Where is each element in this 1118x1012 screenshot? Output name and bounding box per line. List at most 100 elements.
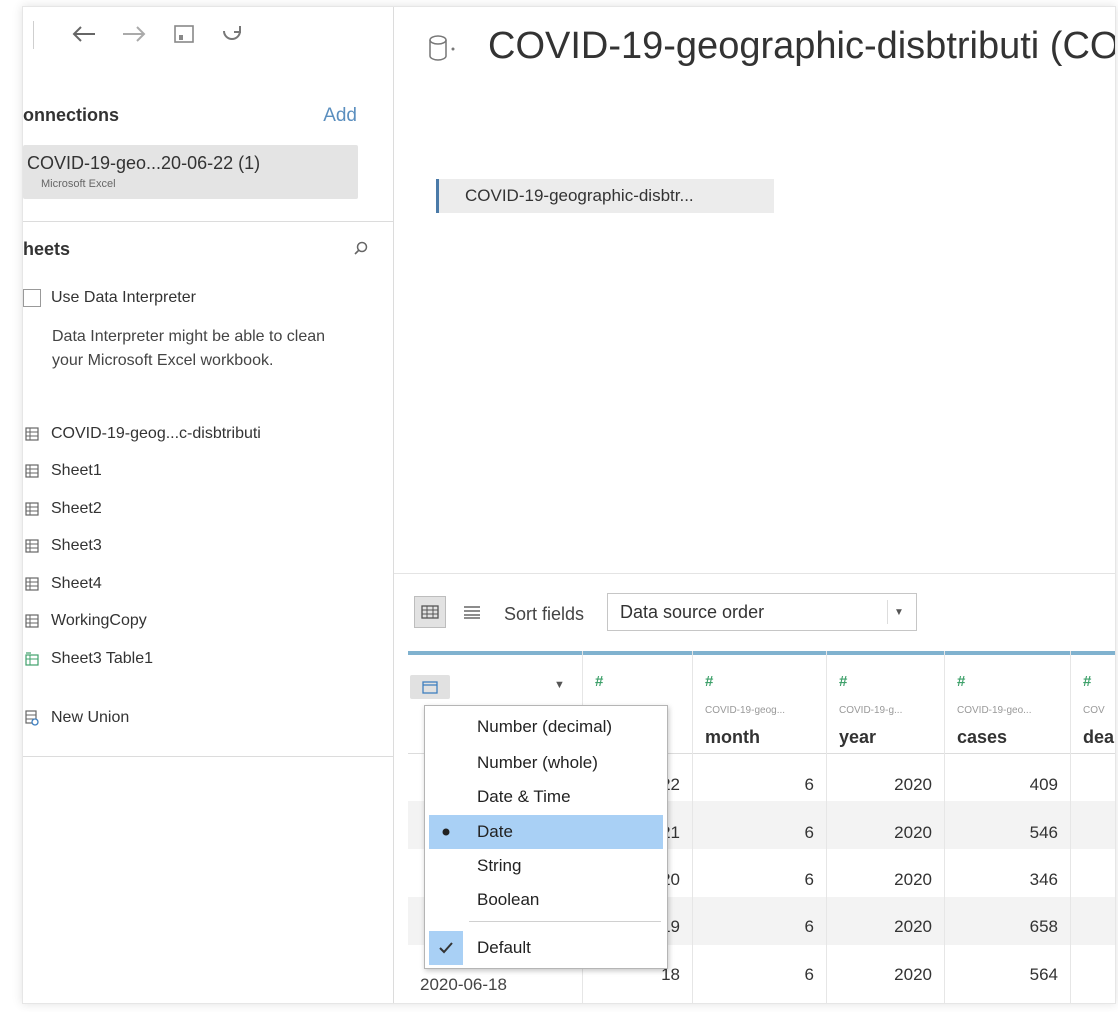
- search-icon[interactable]: [353, 241, 369, 262]
- new-union-item[interactable]: New Union: [23, 705, 129, 731]
- table-cell: 2020: [894, 917, 932, 936]
- toolbar: [23, 7, 393, 67]
- table-cell: 6: [804, 823, 814, 842]
- column-name[interactable]: year: [839, 727, 876, 748]
- table-cell: 346: [1029, 870, 1058, 889]
- named-range-icon: [23, 650, 41, 668]
- connection-item[interactable]: COVID-19-geo...20-06-22 (1) Microsoft Ex…: [23, 145, 358, 199]
- refresh-icon[interactable]: [217, 19, 247, 49]
- menu-item-label: Boolean: [477, 890, 540, 909]
- connection-name: COVID-19-geo...20-06-22 (1): [27, 153, 261, 173]
- sheet-item[interactable]: COVID-19-geog...c-disbtributi: [23, 421, 261, 447]
- menu-item-label: Date: [477, 822, 513, 841]
- sheet-item-label: Sheet2: [51, 500, 102, 517]
- menu-item-default[interactable]: Default: [429, 931, 663, 965]
- chevron-down-icon[interactable]: ▼: [554, 679, 565, 691]
- data-interpreter-row[interactable]: Use Data Interpreter: [23, 286, 196, 310]
- sheet-item[interactable]: Sheet2: [23, 496, 102, 522]
- table-cell: 2020: [894, 823, 932, 842]
- menu-item-label: Number (decimal): [477, 717, 613, 736]
- canvas-table[interactable]: COVID-19-geographic-disbtr...: [436, 179, 774, 213]
- number-type-icon[interactable]: #: [705, 673, 713, 690]
- menu-item-label: Date & Time: [477, 787, 571, 806]
- section-divider: [23, 221, 393, 222]
- table-icon: [23, 537, 41, 555]
- sheet-item-label: Sheet1: [51, 462, 102, 479]
- number-type-icon[interactable]: #: [957, 673, 965, 690]
- number-type-icon[interactable]: #: [1083, 673, 1091, 690]
- menu-item-label: String: [477, 856, 522, 875]
- canvas-table-label: COVID-19-geographic-disbtr...: [465, 186, 694, 205]
- checkmark-icon: [429, 931, 463, 965]
- table-cell: 2020: [894, 870, 932, 889]
- data-interpreter-checkbox[interactable]: [23, 289, 41, 307]
- menu-item-number-decimal[interactable]: Number (decimal): [429, 710, 663, 744]
- sort-fields-value: Data source order: [620, 602, 765, 622]
- sheet-item[interactable]: Sheet3: [23, 533, 102, 559]
- data-type-menu: Number (decimal) Number (whole) Date & T…: [424, 705, 668, 969]
- table-cell: 6: [804, 775, 814, 794]
- table-icon: [23, 462, 41, 480]
- sheet-item[interactable]: Sheet1: [23, 458, 102, 484]
- save-icon[interactable]: [169, 19, 199, 49]
- bullet-icon: [429, 815, 463, 849]
- chevron-down-icon: ▼: [887, 600, 910, 624]
- sort-fields-label: Sort fields: [504, 604, 585, 624]
- menu-divider: [469, 921, 661, 922]
- back-arrow-icon[interactable]: [69, 19, 99, 49]
- add-connection-link[interactable]: Add: [323, 105, 357, 127]
- list-view-button[interactable]: [456, 596, 488, 628]
- sheet-item[interactable]: Sheet3 Table1: [23, 646, 153, 672]
- sheet-item-label: WorkingCopy: [51, 612, 147, 629]
- column-name[interactable]: dea: [1083, 727, 1114, 748]
- sheet-item[interactable]: Sheet4: [23, 571, 102, 597]
- grid-column-cases[interactable]: # COVID-19-geo... cases 409 546 346 658 …: [945, 651, 1071, 1003]
- menu-item-label: Default: [477, 938, 531, 957]
- column-source: COV: [1083, 705, 1105, 716]
- toolbar-divider: [33, 21, 34, 49]
- column-header[interactable]: # COV dea: [1071, 655, 1115, 754]
- sheet-item-label: New Union: [51, 709, 130, 726]
- column-source: COVID-19-geo...: [957, 705, 1032, 716]
- sheet-item-label: COVID-19-geog...c-disbtributi: [51, 425, 261, 442]
- sort-fields-select[interactable]: Data source order ▼: [607, 593, 917, 631]
- column-header[interactable]: # COVID-19-geog... month: [693, 655, 826, 754]
- connections-heading: onnections: [23, 105, 120, 125]
- table-cell: 546: [1029, 823, 1058, 842]
- table-cell: 409: [1029, 775, 1058, 794]
- column-header[interactable]: # COVID-19-geo... cases: [945, 655, 1070, 754]
- calendar-icon[interactable]: [410, 675, 450, 699]
- column-name[interactable]: month: [705, 727, 760, 748]
- left-pane: onnections Add COVID-19-geo...20-06-22 (…: [23, 7, 394, 1003]
- connection-type: Microsoft Excel: [41, 178, 116, 190]
- table-cell: 6: [804, 870, 814, 889]
- table-icon: [23, 575, 41, 593]
- grid-view-button[interactable]: [414, 596, 446, 628]
- column-name[interactable]: cases: [957, 727, 1007, 748]
- data-source-title[interactable]: COVID-19-geographic-disbtributi (CO: [488, 25, 1115, 68]
- date-cell-partial: 2020-06-18: [420, 975, 507, 994]
- sheet-item-label: Sheet3: [51, 537, 102, 554]
- number-type-icon[interactable]: #: [839, 673, 847, 690]
- menu-item-date-time[interactable]: Date & Time: [429, 780, 663, 814]
- menu-item-number-whole[interactable]: Number (whole): [429, 746, 663, 780]
- menu-item-string[interactable]: String: [429, 849, 663, 883]
- database-icon[interactable]: [428, 33, 458, 68]
- menu-item-boolean[interactable]: Boolean: [429, 883, 663, 917]
- table-cell: 564: [1029, 965, 1058, 984]
- table-icon: [23, 425, 41, 443]
- menu-item-date[interactable]: Date: [429, 815, 663, 849]
- number-type-icon[interactable]: #: [595, 673, 603, 690]
- section-divider: [23, 756, 393, 757]
- grid-column-year[interactable]: # COVID-19-g... year 2020 2020 2020 2020…: [827, 651, 945, 1003]
- sheet-item[interactable]: WorkingCopy: [23, 608, 147, 634]
- sheet-item-label: Sheet3 Table1: [51, 650, 154, 667]
- grid-column-month[interactable]: # COVID-19-geog... month 6 6 6 6 6: [693, 651, 827, 1003]
- grid-column-deaths[interactable]: # COV dea: [1071, 651, 1115, 1003]
- table-cell: 6: [804, 965, 814, 984]
- column-header[interactable]: # COVID-19-g... year: [827, 655, 944, 754]
- menu-item-label: Number (whole): [477, 753, 598, 772]
- union-icon: [23, 709, 41, 727]
- table-icon: [23, 500, 41, 518]
- forward-arrow-icon[interactable]: [119, 19, 149, 49]
